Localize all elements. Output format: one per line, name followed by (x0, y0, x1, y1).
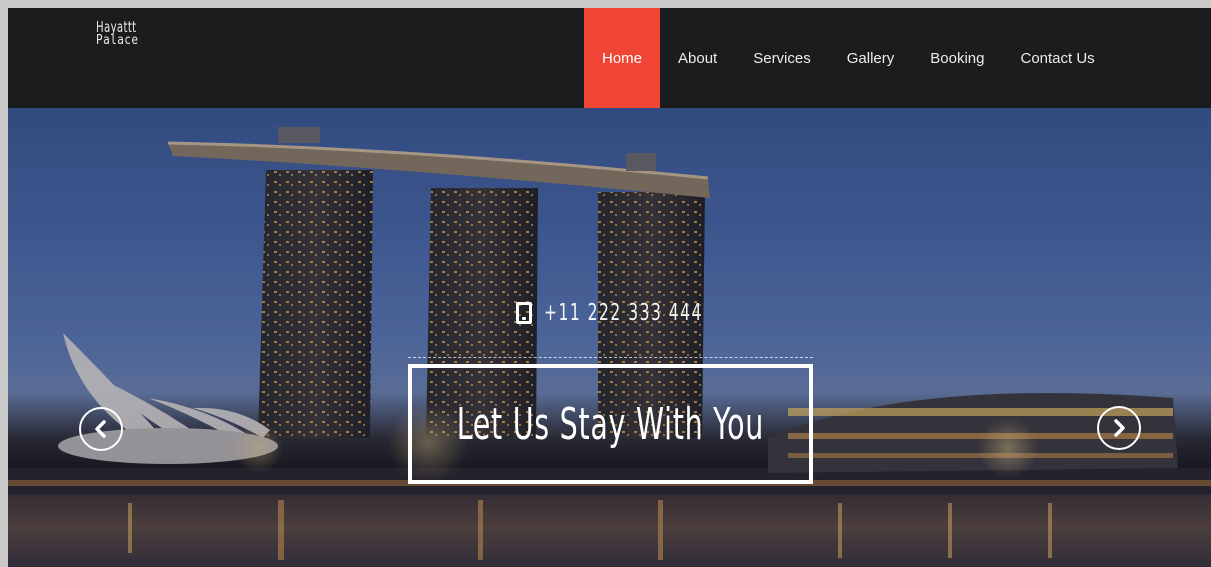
chevron-right-icon (1114, 419, 1125, 437)
brand-line-2: Palace (96, 33, 139, 48)
nav-item-services[interactable]: Services (735, 8, 829, 108)
nav-item-contact-us[interactable]: Contact Us (1002, 8, 1112, 108)
top-navbar: Hayattt Palace Home About Services Galle… (8, 8, 1211, 108)
hero-divider (408, 357, 813, 358)
slider-prev-button[interactable] (79, 407, 123, 451)
hero-slider: +11 222 333 444 Let Us Stay With You (8, 108, 1211, 567)
main-nav: Home About Services Gallery Booking Cont… (584, 8, 1113, 108)
mobile-phone-icon (516, 302, 532, 324)
brand-line-1: Hayattt (96, 18, 137, 36)
slider-next-button[interactable] (1097, 406, 1141, 450)
chevron-left-icon (95, 420, 106, 438)
hero-tagline: Let Us Stay With You (456, 398, 765, 450)
hero-phone[interactable]: +11 222 333 444 (516, 300, 756, 326)
nav-item-gallery[interactable]: Gallery (829, 8, 913, 108)
page-frame: Hayattt Palace Home About Services Galle… (8, 8, 1211, 567)
nav-item-about[interactable]: About (660, 8, 735, 108)
hero-tagline-box: Let Us Stay With You (408, 364, 813, 484)
hero-background-image (8, 108, 1211, 567)
hero-phone-number: +11 222 333 444 (544, 300, 703, 326)
brand-logo[interactable]: Hayattt Palace (96, 20, 150, 48)
nav-item-home[interactable]: Home (584, 8, 661, 108)
nav-item-booking[interactable]: Booking (912, 8, 1002, 108)
